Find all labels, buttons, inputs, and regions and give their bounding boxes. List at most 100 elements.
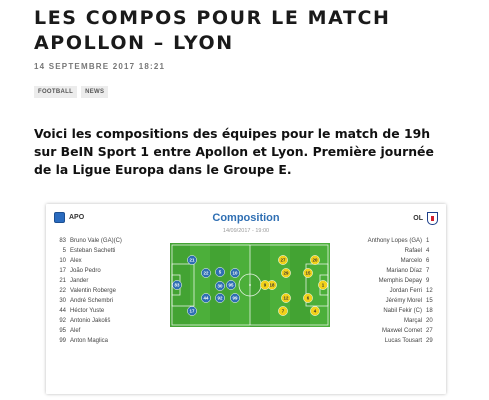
player-number: 30 xyxy=(59,298,66,304)
player-number: 20 xyxy=(426,318,433,324)
center-spot xyxy=(249,284,251,286)
svg-text:92: 92 xyxy=(218,296,223,301)
player-name: Memphis Depay xyxy=(378,278,422,284)
player-number: 29 xyxy=(426,338,433,344)
home-player-marker: 5 xyxy=(215,267,225,277)
player-number: 12 xyxy=(426,288,433,294)
player-number: 21 xyxy=(59,278,66,284)
player-name: Marcelo xyxy=(400,258,422,264)
svg-text:83: 83 xyxy=(175,283,180,288)
player-name: Lucas Tousart xyxy=(384,338,422,344)
pitch-stripe xyxy=(290,243,310,327)
article-title: LES COMPOS POUR LE MATCH APOLLON – LYON xyxy=(34,7,391,54)
player-name: Antonio Jakoliš xyxy=(70,318,111,324)
player-name: Jordan Ferri xyxy=(389,288,422,294)
away-player-marker: 9 xyxy=(260,280,270,290)
away-player-marker: 12 xyxy=(281,293,291,303)
player-name: Valentin Roberge xyxy=(70,288,116,294)
away-team-name: OL xyxy=(413,215,423,222)
away-player-row: Jordan Ferri 12 xyxy=(328,286,438,296)
player-number: 22 xyxy=(59,288,66,294)
player-name: Alex xyxy=(70,258,82,264)
away-player-marker: 7 xyxy=(278,306,288,316)
away-player-marker: 20 xyxy=(310,255,320,265)
away-player-marker: 1 xyxy=(318,280,328,290)
composition-title: Composition xyxy=(212,212,280,224)
svg-text:20: 20 xyxy=(313,258,318,263)
composition-widget: APO Composition 14/09/2017 - 19:00 OL 83… xyxy=(46,204,446,394)
player-number: 9 xyxy=(426,278,430,284)
away-player-marker: 15 xyxy=(303,268,313,278)
away-player-row: Memphis Depay 9 xyxy=(328,276,438,286)
player-name: Esteban Sachetti xyxy=(70,248,116,254)
svg-text:95: 95 xyxy=(229,283,234,288)
tag-football[interactable]: FOOTBALL xyxy=(34,86,78,98)
player-name: Maxwel Cornet xyxy=(381,328,422,334)
svg-text:22: 22 xyxy=(204,271,209,276)
home-player-row: 99 Anton Maglica xyxy=(54,336,164,346)
away-player-row: Mariano Díaz 7 xyxy=(328,266,438,276)
match-date: 14/09/2017 - 19:00 xyxy=(222,228,270,234)
away-player-row: Rafael 4 xyxy=(328,246,438,256)
svg-text:29: 29 xyxy=(284,271,289,276)
home-player-row: 30 André Schembri xyxy=(54,296,164,306)
player-name: Mariano Díaz xyxy=(386,268,422,274)
away-player-marker: 29 xyxy=(281,268,291,278)
player-name: Anthony Lopes (GA) xyxy=(367,238,422,244)
away-player-row: Lucas Tousart 29 xyxy=(328,336,438,346)
player-name: André Schembri xyxy=(70,298,114,304)
player-number: 44 xyxy=(59,308,66,314)
home-player-marker: 44 xyxy=(201,293,211,303)
player-number: 7 xyxy=(426,268,430,274)
player-name: Nabil Fekir (C) xyxy=(383,308,422,314)
svg-text:17: 17 xyxy=(190,309,195,314)
away-player-marker: 6 xyxy=(303,293,313,303)
svg-text:21: 21 xyxy=(190,258,195,263)
home-player-row: 95 Alef xyxy=(54,326,164,336)
player-name: Jander xyxy=(70,278,89,284)
away-roster: Anthony Lopes (GA) 1 Rafael 4 Marcelo 6 Marian… xyxy=(328,236,438,346)
svg-text:30: 30 xyxy=(218,284,223,289)
away-player-row: Anthony Lopes (GA) 1 xyxy=(328,236,438,246)
home-player-marker: 83 xyxy=(172,280,182,290)
player-number: 1 xyxy=(426,238,430,244)
player-name: Marçal xyxy=(403,318,422,324)
player-name: Rafael xyxy=(404,248,422,254)
home-player-row: 17 João Pedro xyxy=(54,266,164,276)
article-date: 14 SEPTEMBRE 2017 18:21 xyxy=(34,62,166,71)
svg-text:18: 18 xyxy=(270,283,275,288)
away-player-row: Jérémy Morel 15 xyxy=(328,296,438,306)
player-name: Anton Maglica xyxy=(70,338,109,344)
away-player-marker: 4 xyxy=(310,306,320,316)
svg-text:15: 15 xyxy=(306,271,311,276)
svg-text:27: 27 xyxy=(281,258,286,263)
player-number: 10 xyxy=(59,258,66,264)
player-name: Alef xyxy=(70,328,81,334)
player-number: 6 xyxy=(426,258,430,264)
player-number: 99 xyxy=(59,338,66,344)
home-player-row: 21 Jander xyxy=(54,276,164,286)
home-player-row: 44 Héctor Yuste xyxy=(54,306,164,316)
home-roster: 83 Bruno Vale (GA)(C) 5 Esteban Sachetti 10 A… xyxy=(54,236,164,346)
player-number: 18 xyxy=(426,308,433,314)
svg-text:10: 10 xyxy=(233,271,238,276)
home-player-row: 83 Bruno Vale (GA)(C) xyxy=(54,236,164,246)
home-player-marker: 22 xyxy=(201,268,211,278)
home-player-marker: 21 xyxy=(187,255,197,265)
home-player-row: 92 Antonio Jakoliš xyxy=(54,316,164,326)
away-player-row: Marçal 20 xyxy=(328,316,438,326)
player-number: 83 xyxy=(59,238,66,244)
player-number: 15 xyxy=(426,298,433,304)
article-intro: Voici les compositions des équipes pour … xyxy=(34,126,434,177)
home-player-marker: 10 xyxy=(230,268,240,278)
home-player-marker: 30 xyxy=(215,281,225,291)
player-number: 4 xyxy=(426,248,430,254)
tag-news[interactable]: NEWS xyxy=(81,86,109,98)
player-name: Jérémy Morel xyxy=(385,298,422,304)
player-number: 95 xyxy=(59,328,66,334)
svg-text:99: 99 xyxy=(233,296,238,301)
player-number: 5 xyxy=(62,248,66,254)
pitch-diagram: 83 21 17 22 44 5 30 92 95 10 99 1 20 15 6 4 29 12 18 27 7 9 xyxy=(170,243,330,327)
player-name: Bruno Vale (GA)(C) xyxy=(70,238,122,244)
away-player-row: Marcelo 6 xyxy=(328,256,438,266)
